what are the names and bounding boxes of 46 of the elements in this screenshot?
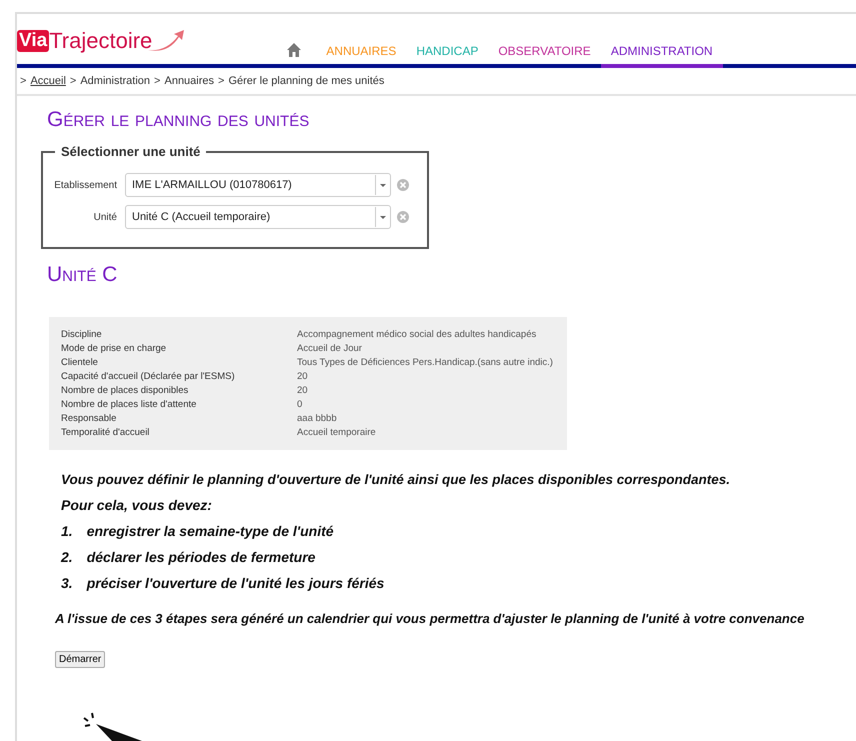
detail-value: aaa bbbb [297,413,338,424]
detail-label: Nombre de places liste d'attente [61,399,198,410]
outro-text: A l'issue de ces 3 étapes sera généré un calendrier qui vous permettra d'ajuster le planning de l'unité à votre convenance [55,611,806,626]
breadcrumb-item: Annuaires [164,75,214,87]
detail-value: Accueil de Jour [297,343,363,354]
breadcrumb-item: Gérer le planning de mes unités [228,75,384,87]
step-number: 2. [61,549,73,565]
nav-tab[interactable]: OBSERVATOIRE [488,44,601,68]
detail-label: Temporalité d'accueil [61,427,150,438]
breadcrumb-separator: > [154,75,160,87]
breadcrumb-item: Administration [80,75,150,87]
detail-value: Accompagnement médico social des adultes handicapés [297,329,538,340]
page-title: Gérer le planning des unités [47,108,310,132]
detail-value: 20 [297,385,309,396]
detail-label: Nombre de places disponibles [61,385,190,396]
step-number: 1. [61,523,73,539]
breadcrumb-separator: > [70,75,76,87]
detail-label: Clientele [61,357,99,368]
home-icon[interactable] [286,42,302,58]
pointer-icon [82,712,142,741]
panel-legend: Sélectionner une unité [55,144,206,159]
step-text: déclarer les périodes de fermeture [86,549,316,565]
dropdown[interactable]: Unité C (Accueil temporaire) [125,205,391,229]
detail-label: Capacité d'accueil (Déclarée par l'ESMS) [61,371,236,382]
breadcrumb-link[interactable]: Accueil [30,75,66,87]
step-text: enregistrer la semaine-type de l'unité [86,523,334,539]
detail-value: 20 [297,371,309,382]
breadcrumb-separator: > [218,75,224,87]
breadcrumb-separator: > [20,75,26,87]
intro-text: Pour cela, vous devez: [61,497,213,513]
logo[interactable]: ViaTrajectoire [17,18,186,64]
start-button[interactable]: Démarrer [55,651,106,668]
detail-label: Responsable [61,413,118,424]
nav-tab[interactable]: ADMINISTRATION [600,44,723,68]
detail-value: Accueil temporaire [297,427,377,438]
detail-label: Discipline [61,329,103,340]
field-label: Unité [92,212,117,222]
detail-label: Mode de prise en charge [61,343,168,354]
detail-value: Tous Types de Déficiences Pers.Handicap.(sans autre indic.) [297,357,554,368]
step-number: 3. [61,575,73,591]
intro-text: Vous pouvez définir le planning d'ouverture de l'unité ainsi que les places disponibles correspondantes. [61,472,732,487]
unit-title: Unité C [47,263,118,287]
dropdown[interactable]: IME L'ARMAILLOU (010780617) [125,173,391,197]
detail-value: 0 [297,399,304,410]
field-label: Etablissement [53,180,117,190]
step-text: préciser l'ouverture de l'unité les jours fériés [86,575,384,591]
